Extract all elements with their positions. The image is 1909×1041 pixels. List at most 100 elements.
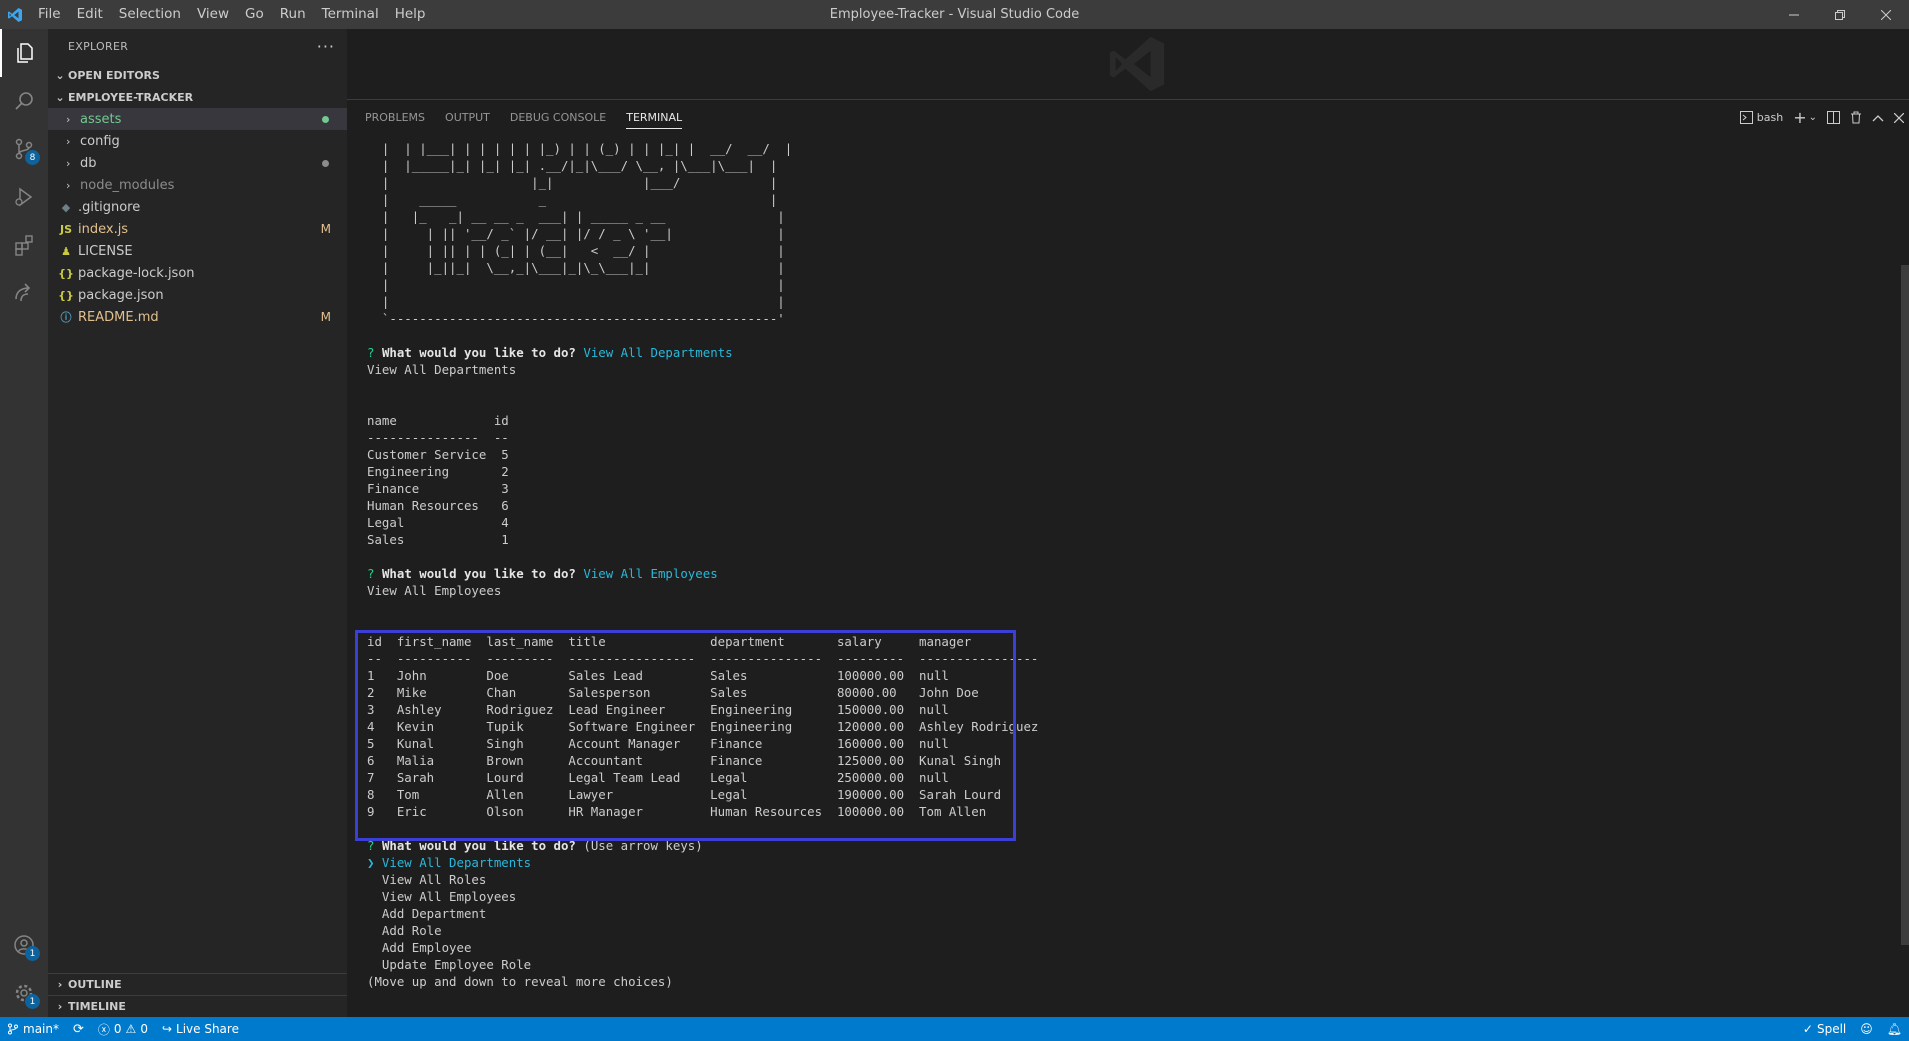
manage-activity-button[interactable]: 1 (0, 969, 48, 1017)
choice-item[interactable]: View All Employees (367, 888, 1887, 905)
branch-status[interactable]: main* (0, 1017, 66, 1041)
department-row: Finance 3 (367, 481, 509, 496)
choice-item[interactable]: Add Department (367, 905, 1887, 922)
close-window-button[interactable] (1863, 0, 1909, 29)
minimize-button[interactable] (1771, 0, 1817, 29)
problems-status[interactable]: ⓧ 0 ⚠ 0 (91, 1017, 155, 1041)
menu-view[interactable]: View (189, 0, 237, 29)
minimize-icon (1789, 14, 1799, 15)
employees-highlight-box (355, 630, 1016, 841)
chevron-down-icon: ⌄ (55, 90, 65, 104)
choice-selected[interactable]: ❯ View All Departments (367, 854, 1887, 871)
menu-terminal[interactable]: Terminal (314, 0, 387, 29)
git-status-badge: M (320, 222, 331, 236)
department-row: Sales 1 (367, 532, 509, 547)
activity-bar: 8 1 1 (0, 29, 48, 1017)
chevron-up-icon (1872, 114, 1884, 121)
choice-item[interactable]: View All Roles (367, 871, 1887, 888)
department-row: Legal 4 (367, 515, 509, 530)
close-icon (1881, 9, 1891, 20)
restore-button[interactable] (1817, 0, 1863, 29)
outline-label: OUTLINE (68, 978, 122, 991)
choices-footer: (Move up and down to reveal more choices… (367, 974, 673, 989)
choice-item[interactable]: Update Employee Role (367, 956, 1887, 973)
maximize-panel-button[interactable] (1872, 114, 1884, 122)
settings-badge: 1 (25, 994, 40, 1009)
plus-icon: + (1793, 108, 1807, 127)
workspace-folder-section[interactable]: ⌄ EMPLOYEE-TRACKER (48, 86, 347, 108)
chevron-right-icon: › (66, 112, 71, 126)
scm-badge: 8 (25, 150, 40, 165)
file-type-icon: ⓘ (60, 311, 72, 324)
menu-help[interactable]: Help (387, 0, 434, 29)
error-count: 0 (113, 1022, 122, 1036)
feedback-button[interactable]: ☺ (1853, 1017, 1880, 1041)
tree-item-label: package.json (78, 287, 164, 303)
timeline-section[interactable]: › TIMELINE (48, 995, 347, 1017)
branch-name: main* (23, 1022, 59, 1036)
kill-terminal-button[interactable] (1850, 111, 1862, 124)
tab-output[interactable]: OUTPUT (435, 100, 500, 135)
tree-item-license[interactable]: ♟ LICENSE (48, 240, 347, 262)
tree-item-config[interactable]: › config (48, 130, 347, 152)
run-debug-activity-button[interactable] (0, 173, 48, 221)
more-actions-icon[interactable]: ··· (317, 37, 335, 56)
choice-item[interactable]: Add Employee (367, 939, 1887, 956)
live-share-button[interactable]: ↪ Live Share (155, 1017, 246, 1041)
spell-button[interactable]: ✓ Spell (1796, 1017, 1853, 1041)
tab-debug-console[interactable]: DEBUG CONSOLE (500, 100, 616, 135)
split-icon (1827, 111, 1840, 124)
choice-item[interactable]: Add Role (367, 922, 1887, 939)
terminal-scrollbar[interactable] (1901, 265, 1909, 945)
terminal-selector[interactable]: bash (1739, 111, 1784, 124)
vscode-logo-icon (0, 0, 30, 29)
tree-item-readme-md[interactable]: ⓘ README.md M (48, 306, 347, 328)
workspace-folder-label: EMPLOYEE-TRACKER (68, 90, 194, 104)
tab-terminal[interactable]: TERMINAL (616, 100, 692, 135)
tree-item-gitignore[interactable]: ◆ .gitignore (48, 196, 347, 218)
source-control-activity-button[interactable]: 8 (0, 125, 48, 173)
tree-item-assets[interactable]: › assets (48, 108, 347, 130)
accounts-activity-button[interactable]: 1 (0, 921, 48, 969)
restore-icon (1835, 9, 1845, 20)
editor-area[interactable] (347, 29, 1909, 99)
explorer-activity-button[interactable] (0, 29, 48, 77)
explorer-header: EXPLORER ··· (48, 29, 347, 64)
tree-item-db[interactable]: › db (48, 152, 347, 174)
departments-header: name id (367, 413, 509, 428)
departments-table: Customer Service 5 Engineering 2 Finance 3… (367, 446, 1887, 548)
split-terminal-button[interactable] (1827, 111, 1840, 124)
menu-selection[interactable]: Selection (111, 0, 189, 29)
tree-item-node-modules[interactable]: › node_modules (48, 174, 347, 196)
tree-item-index-js[interactable]: JS index.js M (48, 218, 347, 240)
tree-item-label: package-lock.json (78, 265, 195, 281)
extensions-activity-button[interactable] (0, 221, 48, 269)
shell-name: bash (1756, 111, 1784, 124)
modified-dot-icon (322, 115, 329, 123)
tab-problems[interactable]: PROBLEMS (355, 100, 435, 135)
file-type-icon: {} (58, 266, 74, 280)
new-terminal-button[interactable]: + ⌄ (1793, 108, 1817, 127)
git-status-badge: M (320, 310, 331, 324)
menu-run[interactable]: Run (272, 0, 314, 29)
search-activity-button[interactable] (0, 77, 48, 125)
department-row: Engineering 2 (367, 464, 509, 479)
menu-file[interactable]: File (30, 0, 69, 29)
menu-edit[interactable]: Edit (69, 0, 111, 29)
menu-bar: File Edit Selection View Go Run Terminal… (30, 0, 433, 29)
open-editors-section[interactable]: ⌄ OPEN EDITORS (48, 64, 347, 86)
bell-icon: 🔔︎ (1886, 1022, 1902, 1036)
chevron-right-icon: › (57, 1000, 63, 1013)
outline-section[interactable]: › OUTLINE (48, 973, 347, 995)
notifications-button[interactable]: 🔔︎ (1880, 1017, 1909, 1041)
file-type-icon: ♟ (61, 244, 71, 258)
terminal-output[interactable]: | | |___| | | | | | |_) | | (_) | | |_| … (367, 140, 1887, 1010)
sync-button[interactable]: ⟳ (66, 1017, 91, 1041)
tree-item-package-lock-json[interactable]: {} package-lock.json (48, 262, 347, 284)
remote-explorer-activity-button[interactable] (0, 269, 48, 317)
menu-go[interactable]: Go (237, 0, 272, 29)
search-icon (15, 92, 33, 110)
close-panel-button[interactable] (1894, 112, 1904, 123)
open-editors-label: OPEN EDITORS (68, 68, 160, 82)
tree-item-package-json[interactable]: {} package.json (48, 284, 347, 306)
